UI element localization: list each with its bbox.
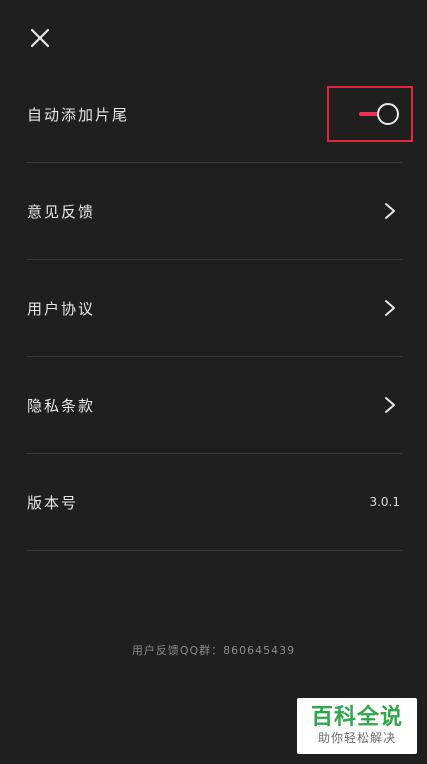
version-label: 版本号 [27, 493, 79, 512]
close-icon [30, 28, 50, 48]
watermark-logo: 百科全说 助你轻松解决 [297, 698, 417, 754]
chevron-right-icon [380, 395, 400, 415]
settings-row-privacy-policy[interactable]: 隐私条款 [27, 357, 402, 454]
auto-trailer-toggle[interactable] [357, 103, 401, 125]
settings-row-feedback[interactable]: 意见反馈 [27, 163, 402, 260]
close-button[interactable] [26, 24, 54, 52]
settings-row-auto-trailer: 自动添加片尾 [27, 66, 413, 163]
user-agreement-label: 用户协议 [27, 299, 96, 318]
chevron-right-icon [380, 298, 400, 318]
watermark-title: 百科全说 [310, 705, 403, 730]
qq-group-text: 用户反馈QQ群：860645439 [131, 644, 296, 657]
version-value: 3.0.1 [369, 495, 400, 509]
auto-trailer-label: 自动添加片尾 [27, 105, 130, 124]
feedback-label: 意见反馈 [27, 202, 96, 221]
settings-row-version: 版本号 3.0.1 [27, 454, 402, 551]
watermark-subtitle: 助你轻松解决 [317, 731, 396, 745]
chevron-right-icon [380, 201, 400, 221]
toggle-knob [377, 103, 399, 125]
toggle-highlight-box [327, 86, 413, 142]
settings-list: 自动添加片尾 意见反馈 用户协议 隐私条款 版本号 3.0.1 [27, 66, 413, 551]
settings-row-user-agreement[interactable]: 用户协议 [27, 260, 402, 357]
privacy-policy-label: 隐私条款 [27, 396, 96, 415]
